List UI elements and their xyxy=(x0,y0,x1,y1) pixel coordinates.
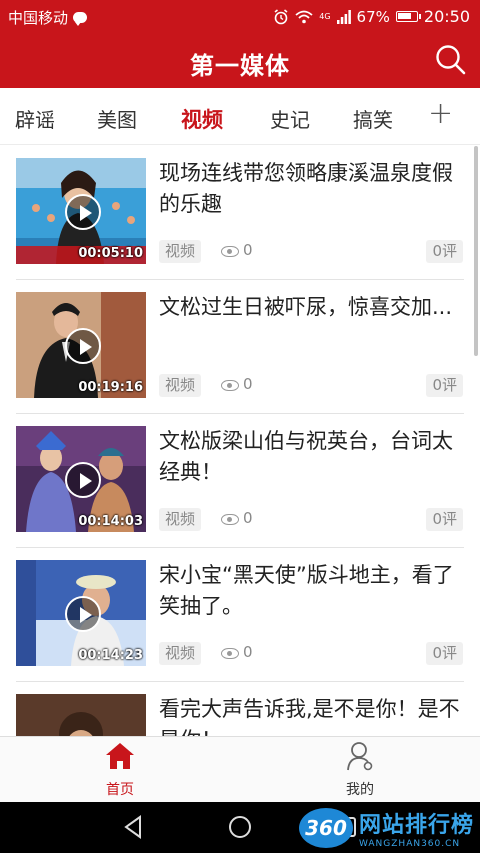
category-tabs: 辟谣 美图 视频 史记 搞笑 + xyxy=(0,88,480,145)
watermark-name: 网站排行榜 xyxy=(358,813,474,838)
watermark-url: WANGZHAN360.CN xyxy=(358,839,461,849)
home-icon xyxy=(106,743,134,769)
user-icon xyxy=(347,742,373,771)
video-feed: 00:05:10 现场连线带您领略康溪温泉度假的乐趣 视频 0 0评 00:19… xyxy=(0,146,480,736)
category-badge: 视频 xyxy=(159,508,202,531)
feed-item[interactable]: 看完大声告诉我,是不是你！是不是你！ xyxy=(0,682,480,736)
play-icon[interactable] xyxy=(65,194,101,230)
comment-count[interactable]: 0评 xyxy=(426,374,463,397)
video-thumbnail[interactable]: 00:05:10 xyxy=(16,158,146,264)
eye-icon xyxy=(221,648,239,659)
network-type: 4G xyxy=(319,12,331,21)
comment-count[interactable]: 0评 xyxy=(426,240,463,263)
eye-icon xyxy=(221,514,239,525)
view-count: 0 xyxy=(243,643,253,661)
status-bar: 中国移动 4G 67% 20:50 xyxy=(0,0,480,33)
back-icon[interactable] xyxy=(120,814,146,840)
thumbnail-image xyxy=(16,694,146,736)
eye-icon xyxy=(221,380,239,391)
feed-item[interactable]: 00:05:10 现场连线带您领略康溪温泉度假的乐趣 视频 0 0评 xyxy=(0,146,480,280)
app-header: 第一媒体 xyxy=(0,33,480,88)
category-badge: 视频 xyxy=(159,642,202,665)
battery-percent: 67% xyxy=(356,7,390,26)
tab-pictures[interactable]: 美图 xyxy=(97,104,137,132)
meta-row: 视频 0 0评 xyxy=(159,642,463,666)
wifi-icon xyxy=(295,10,313,23)
video-title[interactable]: 文松过生日被吓尿，惊喜交加... xyxy=(159,292,463,323)
watermark-logo: 360 xyxy=(298,808,353,848)
battery-icon xyxy=(395,11,421,22)
alarm-icon xyxy=(274,8,288,24)
meta-row: 视频 0 0评 xyxy=(159,240,463,264)
view-count: 0 xyxy=(243,509,253,527)
comment-count[interactable]: 0评 xyxy=(426,642,463,665)
nav-profile[interactable]: 我的 xyxy=(240,737,480,803)
system-nav-bar: 360 网站排行榜 WANGZHAN360.CN xyxy=(0,802,480,853)
play-icon[interactable] xyxy=(65,596,101,632)
tab-rumor[interactable]: 辟谣 xyxy=(15,104,55,132)
carrier-name: 中国移动 xyxy=(8,9,69,27)
feed-item[interactable]: 00:14:23 宋小宝“黑天使”版斗地主，看了笑抽了。 视频 0 0评 xyxy=(0,548,480,682)
clock: 20:50 xyxy=(423,7,470,26)
eye-icon xyxy=(221,246,239,257)
signal-icon xyxy=(336,9,351,24)
view-count: 0 xyxy=(243,241,253,259)
video-title[interactable]: 现场连线带您领略康溪温泉度假的乐趣 xyxy=(159,158,463,220)
search-icon[interactable] xyxy=(434,43,468,77)
watermark: 360 网站排行榜 WANGZHAN360.CN xyxy=(298,807,474,849)
feed-scrollbar[interactable] xyxy=(474,146,478,356)
feed-item[interactable]: 00:14:03 文松版梁山伯与祝英台，台词太经典！ 视频 0 0评 xyxy=(0,414,480,548)
status-right: 4G 67% 20:50 xyxy=(273,7,470,26)
nav-profile-label: 我的 xyxy=(346,782,374,798)
video-thumbnail[interactable]: 00:14:23 xyxy=(16,560,146,666)
video-title[interactable]: 看完大声告诉我,是不是你！是不是你！ xyxy=(159,694,463,736)
tab-history[interactable]: 史记 xyxy=(270,104,310,132)
category-badge: 视频 xyxy=(159,374,202,397)
status-left: 中国移动 xyxy=(8,7,88,28)
video-thumbnail[interactable]: 00:19:16 xyxy=(16,292,146,398)
tab-video[interactable]: 视频 xyxy=(181,104,223,132)
bottom-nav: 首页 我的 xyxy=(0,736,480,802)
add-tab-button[interactable]: + xyxy=(428,96,453,131)
video-title[interactable]: 宋小宝“黑天使”版斗地主，看了笑抽了。 xyxy=(159,560,463,622)
comment-count[interactable]: 0评 xyxy=(426,508,463,531)
video-duration: 00:14:03 xyxy=(78,514,143,529)
app-title: 第一媒体 xyxy=(190,52,290,80)
play-icon[interactable] xyxy=(65,328,101,364)
video-thumbnail[interactable]: 00:14:03 xyxy=(16,426,146,532)
home-circle-icon[interactable] xyxy=(227,814,253,840)
video-title[interactable]: 文松版梁山伯与祝英台，台词太经典！ xyxy=(159,426,463,488)
feed-item[interactable]: 00:19:16 文松过生日被吓尿，惊喜交加... 视频 0 0评 xyxy=(0,280,480,414)
video-duration: 00:14:23 xyxy=(78,648,143,663)
play-icon[interactable] xyxy=(65,462,101,498)
watermark-text: 网站排行榜 WANGZHAN360.CN xyxy=(359,807,474,849)
category-badge: 视频 xyxy=(159,240,202,263)
tab-funny[interactable]: 搞笑 xyxy=(353,104,393,132)
video-duration: 00:19:16 xyxy=(78,380,143,395)
nav-home-label: 首页 xyxy=(106,782,134,798)
meta-row: 视频 0 0评 xyxy=(159,508,463,532)
nav-home[interactable]: 首页 xyxy=(0,737,240,803)
video-thumbnail[interactable] xyxy=(16,694,146,736)
message-icon xyxy=(73,12,88,26)
view-count: 0 xyxy=(243,375,253,393)
video-duration: 00:05:10 xyxy=(78,246,143,261)
meta-row: 视频 0 0评 xyxy=(159,374,463,398)
